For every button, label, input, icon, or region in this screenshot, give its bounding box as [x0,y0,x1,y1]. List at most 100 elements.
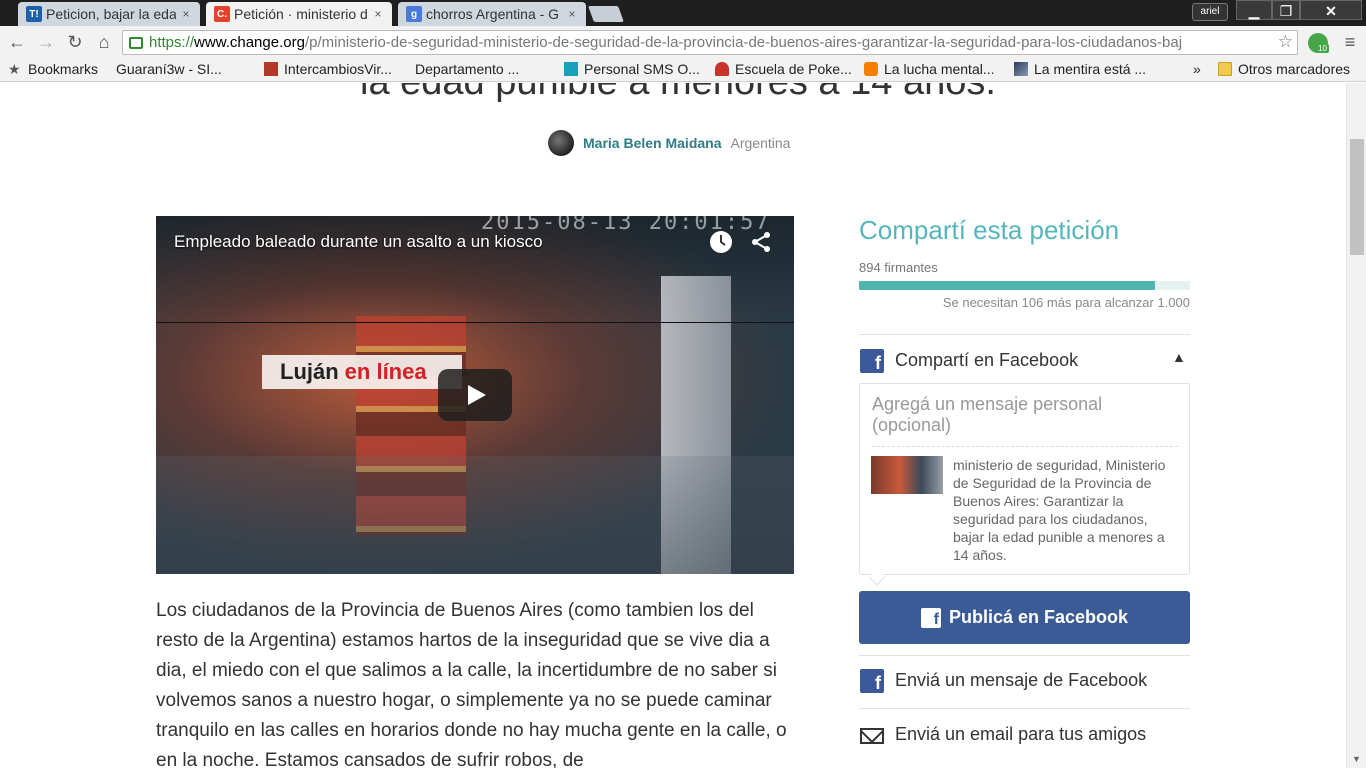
bookmark-item[interactable]: Personal SMS O... [564,61,700,77]
email-friends-link[interactable]: Enviá un email para tus amigos [895,724,1146,745]
page-content: la edad punible a menores a 14 años. Mar… [0,83,1346,768]
new-tab-button[interactable] [588,6,624,22]
divider [859,655,1190,656]
bookmark-label: Departamento ... [415,61,520,77]
signers-count: 894 firmantes [859,260,938,275]
home-icon[interactable]: ⌂ [92,30,116,54]
folder-icon [1218,62,1232,76]
divider [872,446,1178,447]
video-frame-floor [156,456,794,574]
close-tab-icon[interactable]: × [372,7,384,21]
poker-icon [715,62,729,76]
logo-text-lujan: Luján [280,359,339,384]
tab-label: chorros Argentina - G [426,6,560,22]
facebook-share-toggle[interactable]: Compartí en Facebook [895,350,1078,371]
other-bookmarks-folder[interactable]: Otros marcadores [1218,61,1350,77]
facebook-icon: f [860,669,884,693]
url-scheme: https:// [149,34,195,51]
tab-peticion[interactable]: T! Peticion, bajar la eda × [18,2,200,26]
maximize-window-button[interactable]: ❐ [1272,0,1300,20]
tab-favicon: C. [214,6,230,22]
bookmark-label: Personal SMS O... [584,61,700,77]
logo-text-en-linea: en línea [344,359,427,384]
clock-icon[interactable] [708,230,734,256]
user-profile-badge[interactable]: ariel [1192,3,1228,21]
bookmark-label: Bookmarks [28,61,99,77]
bookmark-label: La lucha mental... [884,61,995,77]
signatures-needed: Se necesitan 106 más para alcanzar 1.000 [942,295,1190,310]
play-button[interactable] [438,369,512,421]
bookmark-item[interactable]: La mentira está ... [1014,61,1146,77]
tab-favicon: g [406,6,422,22]
browser-menu-icon[interactable]: ≡ [1342,32,1358,53]
share-preview-text: ministerio de seguridad, Ministerio de S… [953,457,1166,563]
author-name[interactable]: Maria Belen Maidana [583,135,722,151]
browser-titlebar: T! Peticion, bajar la eda × C. Petición … [0,0,1366,26]
author-row: Maria Belen Maidana Argentina [548,130,790,156]
bookmark-label: La mentira está ... [1034,61,1147,77]
publish-label: Publicá en Facebook [948,607,1129,627]
play-icon [468,385,486,405]
divider [859,708,1190,709]
bookmark-label: Guaraní3w - SI... [116,61,222,77]
bookmark-label: IntercambiosVir... [284,61,392,77]
back-arrow-icon[interactable]: ← [5,30,29,54]
publish-facebook-button[interactable]: f Publicá en Facebook [859,591,1190,644]
extension-badge: 10 [1316,44,1329,53]
close-tab-icon[interactable]: × [566,7,578,21]
bookmark-item[interactable]: ★ Bookmarks [8,61,98,77]
bookmarks-overflow-button[interactable]: » [1193,61,1201,77]
bookmark-item[interactable]: IntercambiosVir... [264,61,392,77]
facebook-message-link[interactable]: Enviá un mensaje de Facebook [895,670,1147,691]
bookmark-item[interactable]: Escuela de Poke... [715,61,852,77]
mail-icon [860,728,884,744]
petition-body: Los ciudadanos de la Provincia de Buenos… [156,600,787,768]
channel-logo: Luján en línea [262,355,462,389]
scroll-down-arrow-icon[interactable]: ▼ [1352,754,1361,764]
forward-arrow-icon[interactable]: → [34,30,58,54]
petition-title: la edad punible a menores a 14 años. [360,83,996,104]
star-icon: ★ [8,61,21,77]
url-host: www.change.org [194,34,305,51]
scrollbar-thumb[interactable] [1350,139,1364,255]
url-path: /p/ministerio-de-seguridad-ministerio-de… [304,34,1183,51]
close-window-button[interactable]: ✕ [1300,0,1362,20]
chevron-up-icon[interactable]: ▲ [1172,349,1186,365]
bookmark-item[interactable]: Departamento ... [415,61,520,158]
bookmark-item[interactable]: La lucha mental... [864,61,995,77]
tab-peticion-ministerio[interactable]: C. Petición · ministerio d × [206,2,392,26]
tab-label: Peticion, bajar la eda [46,6,176,22]
reload-icon[interactable]: ↻ [63,30,87,54]
lock-icon [129,36,143,49]
bookmark-label: Escuela de Poke... [735,61,852,77]
bookmarks-bar: ★ Bookmarks Guaraní3w - SI... Intercambio… [0,59,1366,158]
share-title: Compartí esta petición [859,215,1120,245]
iv-icon [264,62,278,76]
signature-progress-bar [859,281,1190,290]
avatar[interactable] [548,130,574,156]
bookmark-label: Otros marcadores [1238,61,1351,77]
bookmark-item[interactable]: Guaraní3w - SI... [116,61,222,158]
tab-label: Petición · ministerio d [234,6,368,22]
browser-toolbar: ← → ↻ ⌂ https://www.change.org/p/ministe… [0,26,1366,59]
personal-icon [564,62,578,76]
tab-chorros-argentina[interactable]: g chorros Argentina - G × [398,2,586,26]
minimize-window-button[interactable]: ▁ [1236,0,1272,20]
divider [156,322,794,323]
video-title[interactable]: Empleado baleado durante un asalto a un … [174,232,543,252]
tab-favicon: T! [26,6,42,22]
close-tab-icon[interactable]: × [180,7,192,21]
page-scrollbar[interactable]: ▼ [1346,83,1366,768]
address-bar[interactable]: https://www.change.org/p/ministerio-de-s… [122,30,1298,55]
bookmark-star-icon[interactable]: ☆ [1278,32,1293,52]
share-icon[interactable] [748,230,774,256]
image-icon [1014,62,1028,76]
blogger-icon [864,62,878,76]
preview-thumbnail [871,456,943,494]
author-country: Argentina [730,135,791,151]
personal-message-input[interactable]: Agregá un mensaje personal (opcional) [872,394,1172,436]
divider [859,334,1190,335]
video-player[interactable]: 2015-08-13 20:01:57 Empleado baleado dur… [156,216,794,574]
facebook-icon: f [860,349,884,373]
facebook-message-box: Agregá un mensaje personal (opcional) mi… [859,383,1190,575]
